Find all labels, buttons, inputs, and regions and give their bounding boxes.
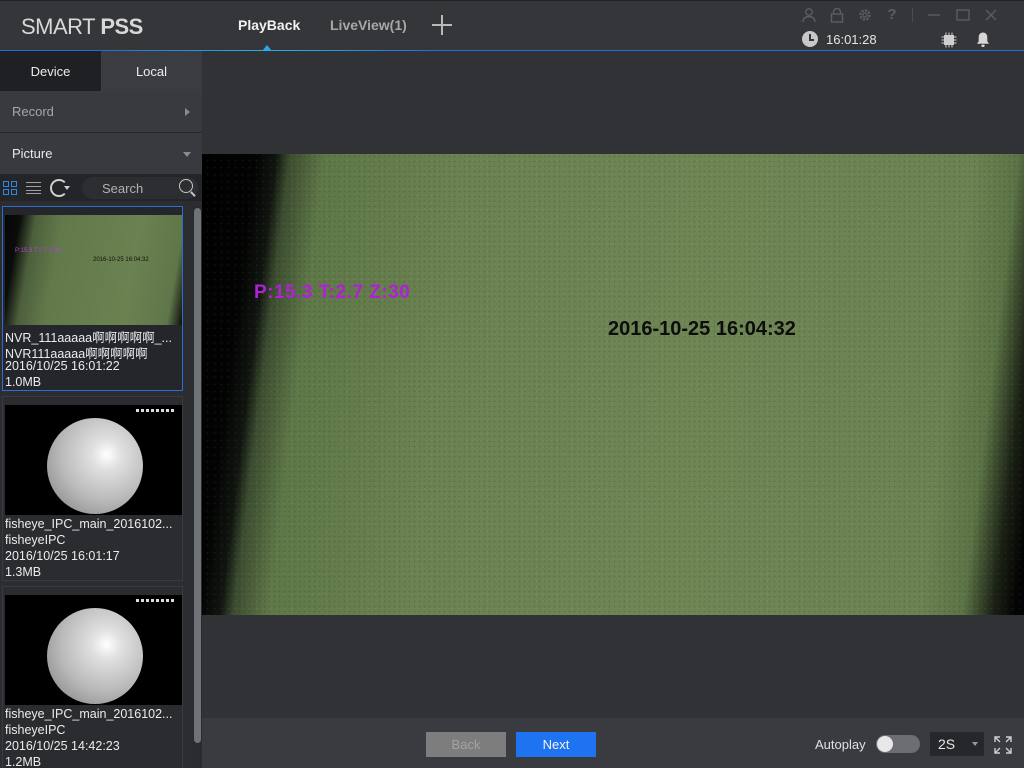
fisheye-view — [47, 608, 143, 704]
maximize-icon[interactable] — [955, 7, 971, 23]
user-icon[interactable] — [801, 7, 817, 23]
osd-ptz-overlay: P:15.3 T:2.7 Z:30 — [254, 282, 411, 303]
refresh-icon[interactable] — [50, 179, 70, 197]
gear-icon[interactable] — [857, 7, 873, 23]
device-name: fisheyeIPC — [5, 723, 66, 737]
list-scrollbar[interactable] — [193, 205, 202, 768]
thumbnail-image — [5, 405, 182, 515]
picture-section[interactable]: Picture — [0, 133, 202, 175]
divider — [912, 8, 913, 22]
image-texture — [202, 154, 1024, 615]
title-bar: SMART PSS PlayBack LiveView(1) ? 16:01:2… — [0, 0, 1024, 52]
logo-text-bold: PSS — [100, 14, 143, 39]
chevron-down-icon — [972, 742, 978, 746]
file-name: fisheye_IPC_main_2016102... — [5, 517, 173, 531]
file-time: 2016/10/25 16:01:22 — [5, 359, 120, 373]
picture-display: P:15.3 T:2.7 Z:30 2016-10-25 16:04:32 — [202, 154, 1024, 615]
smart-pss-window: SMART PSS PlayBack LiveView(1) ? 16:01:2… — [0, 0, 1024, 768]
tab-device[interactable]: Device — [0, 51, 101, 91]
device-name: fisheyeIPC — [5, 533, 66, 547]
picture-viewer: P:15.3 T:2.7 Z:30 2016-10-25 16:04:32 — [202, 51, 1024, 718]
file-time: 2016/10/25 16:01:17 — [5, 549, 120, 563]
fullscreen-icon[interactable] — [994, 736, 1012, 754]
clock-icon — [802, 31, 818, 47]
osd-timestamp: 2016-10-25 16:04:32 — [608, 318, 796, 340]
next-button[interactable]: Next — [516, 732, 596, 757]
left-panel: Device Local Record Picture Search P:15.… — [0, 51, 202, 768]
thumbnail-osd-time — [136, 599, 176, 602]
list-item[interactable]: fisheye_IPC_main_2016102... fisheyeIPC 2… — [2, 586, 183, 768]
thumbnail-osd-ptz: P:15.3 T:2.7 Z:30 — [15, 248, 61, 254]
file-time: 2016/10/25 14:42:23 — [5, 739, 120, 753]
grid-view-icon[interactable] — [3, 181, 18, 196]
add-tab-icon[interactable] — [431, 14, 453, 36]
tab-playback[interactable]: PlayBack — [238, 17, 300, 33]
record-section[interactable]: Record — [0, 91, 202, 133]
current-time: 16:01:28 — [826, 32, 877, 47]
search-placeholder: Search — [102, 181, 144, 196]
active-tab-indicator — [263, 45, 271, 50]
autoplay-label: Autoplay — [815, 737, 866, 752]
list-item[interactable]: fisheye_IPC_main_2016102... fisheyeIPC 2… — [2, 396, 183, 581]
back-button[interactable]: Back — [426, 732, 506, 757]
close-icon[interactable] — [983, 7, 999, 23]
thumbnail-image: P:15.3 T:2.7 Z:30 2016-10-25 16:04:32 — [5, 215, 182, 325]
file-size: 1.2MB — [5, 755, 42, 768]
lock-icon[interactable] — [829, 7, 845, 23]
toggle-knob — [877, 736, 893, 752]
scrollbar-thumb[interactable] — [194, 208, 201, 743]
fisheye-view — [47, 418, 143, 514]
file-toolbar: Search — [0, 175, 202, 201]
chevron-down-icon — [183, 152, 191, 157]
thumbnail-image — [5, 595, 182, 705]
file-size: 1.0MB — [5, 375, 42, 389]
app-logo: SMART PSS — [21, 14, 143, 40]
thumbnail-osd-time — [136, 409, 176, 412]
list-item[interactable]: P:15.3 T:2.7 Z:30 2016-10-25 16:04:32 NV… — [2, 206, 183, 391]
help-icon[interactable]: ? — [884, 7, 900, 23]
search-input[interactable]: Search — [82, 177, 198, 199]
file-size: 1.3MB — [5, 565, 42, 579]
logo-text-light: SMART — [21, 14, 101, 39]
minimize-icon[interactable] — [926, 7, 942, 23]
interval-select[interactable]: 2S — [930, 732, 984, 756]
search-icon[interactable] — [179, 179, 193, 193]
playback-controls: Back Next Autoplay 2S — [202, 718, 1024, 768]
file-name: fisheye_IPC_main_2016102... — [5, 707, 173, 721]
interval-value: 2S — [938, 736, 956, 752]
bell-icon[interactable] — [975, 31, 991, 48]
picture-label: Picture — [12, 146, 53, 161]
cpu-icon[interactable] — [941, 32, 957, 48]
list-view-icon[interactable] — [26, 182, 41, 194]
tab-liveview[interactable]: LiveView(1) — [330, 17, 407, 33]
record-label: Record — [12, 104, 54, 119]
chevron-right-icon — [185, 108, 190, 116]
thumbnail-osd-time: 2016-10-25 16:04:32 — [93, 257, 149, 263]
autoplay-toggle[interactable] — [876, 735, 920, 753]
picture-list: P:15.3 T:2.7 Z:30 2016-10-25 16:04:32 NV… — [0, 201, 202, 768]
tab-local[interactable]: Local — [101, 51, 202, 91]
